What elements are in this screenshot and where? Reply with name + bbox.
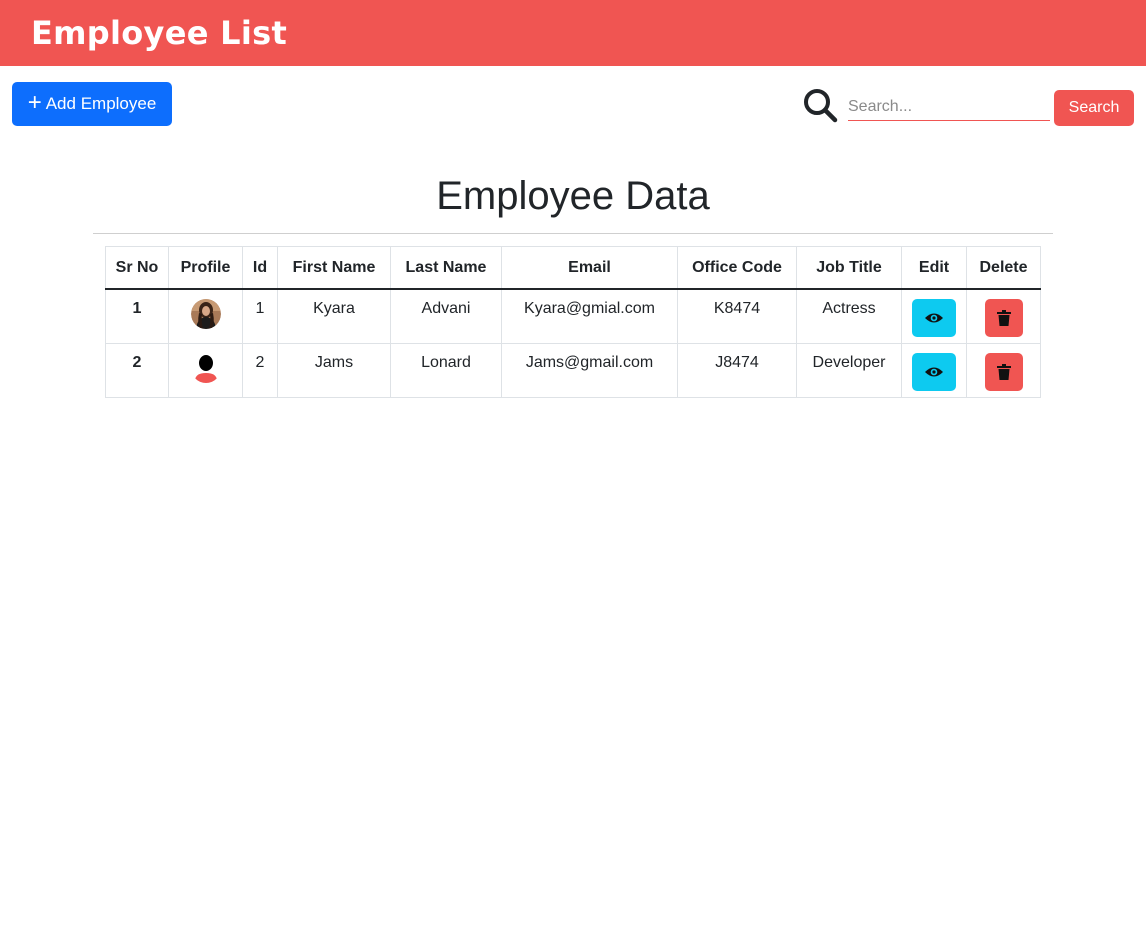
office-code-cell: K8474: [677, 288, 797, 344]
search-button[interactable]: Search: [1054, 90, 1134, 126]
profile-cell: [168, 342, 243, 398]
add-employee-label: Add Employee: [45, 94, 157, 113]
last-name-cell: Lonard: [390, 342, 502, 398]
section-title: Employee Data: [436, 174, 710, 218]
edit-button[interactable]: [912, 352, 956, 391]
trash-icon: [996, 310, 1011, 326]
sr-no-cell: 2: [105, 342, 169, 398]
title-divider: [93, 233, 1053, 234]
default-user-avatar: [194, 354, 217, 383]
job-title-cell: Developer: [796, 342, 902, 398]
column-header: Email: [501, 246, 678, 290]
search-icon[interactable]: [802, 87, 838, 123]
column-header: Profile: [168, 246, 243, 290]
photo-avatar: [190, 299, 221, 329]
column-header: First Name: [277, 246, 391, 290]
id-cell: 2: [242, 342, 278, 398]
delete-button[interactable]: [984, 299, 1023, 337]
column-header: Office Code: [677, 246, 797, 290]
eye-icon: [925, 367, 943, 376]
first-name-cell: Kyara: [277, 288, 391, 344]
last-name-cell: Advani: [390, 288, 502, 344]
eye-icon: [925, 313, 943, 323]
edit-button[interactable]: [912, 299, 956, 337]
delete-cell: [966, 342, 1041, 398]
column-header: Delete: [966, 246, 1041, 290]
add-employee-button[interactable]: + Add Employee: [12, 82, 172, 126]
edit-cell: [901, 342, 967, 398]
sr-no-cell: 1: [105, 288, 169, 344]
email-cell: Jams@gmail.com: [501, 342, 678, 398]
page-title: Employee List: [31, 14, 288, 52]
delete-cell: [966, 288, 1041, 344]
job-title-cell: Actress: [796, 288, 902, 344]
id-cell: 1: [242, 288, 278, 344]
trash-icon: [996, 363, 1011, 380]
app-header: Employee List: [0, 0, 1146, 66]
edit-cell: [901, 288, 967, 344]
column-header: Edit: [901, 246, 967, 290]
column-header: Job Title: [796, 246, 902, 290]
first-name-cell: Jams: [277, 342, 391, 398]
office-code-cell: J8474: [677, 342, 797, 398]
column-header: Sr No: [105, 246, 169, 290]
column-header: Id: [242, 246, 278, 290]
employee-table: Sr No Profile Id First Name Last Name Em…: [105, 246, 1041, 398]
search-input[interactable]: [848, 93, 1050, 121]
column-header: Last Name: [390, 246, 502, 290]
table-row: 1 1 Kyara Advani Kyara@gmial.com K8474 A…: [105, 288, 1041, 344]
profile-cell: [168, 288, 243, 344]
delete-button[interactable]: [984, 352, 1023, 391]
email-cell: Kyara@gmial.com: [501, 288, 678, 344]
plus-icon: +: [27, 89, 42, 116]
table-row: 2 2 Jams Lonard Jams@gmail.com J8474 Dev…: [105, 342, 1041, 398]
table-header-row: Sr No Profile Id First Name Last Name Em…: [105, 246, 1041, 290]
